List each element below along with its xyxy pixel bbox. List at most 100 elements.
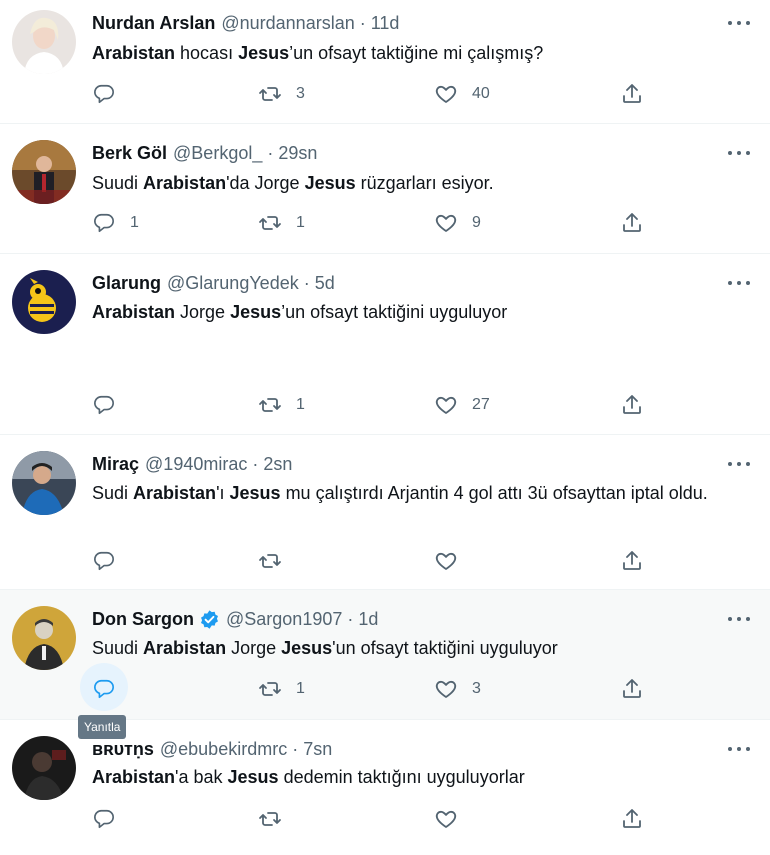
separator: ·: [359, 13, 366, 33]
retweet-icon: [258, 677, 282, 701]
like-button[interactable]: 3: [434, 671, 481, 707]
heart-icon: [434, 549, 458, 573]
reply-button[interactable]: [92, 387, 130, 423]
retweet-icon: [258, 549, 282, 573]
more-icon[interactable]: [728, 610, 750, 628]
tweet-text: Suudi Arabistan'da Jorge Jesus rüzgarlar…: [92, 173, 494, 193]
retweet-icon: [258, 393, 282, 417]
author-name[interactable]: Miraç: [92, 452, 139, 476]
tweet-time[interactable]: 11d: [371, 11, 400, 35]
author-handle[interactable]: @GlarungYedek: [167, 271, 299, 295]
like-button[interactable]: [434, 801, 472, 837]
reply-button[interactable]: 1: [92, 205, 139, 241]
tweet[interactable]: Miraç @1940mirac · 2sn Sudi Arabistan'ı …: [0, 435, 770, 590]
tweet-actions: [82, 801, 662, 837]
retweet-icon: [258, 82, 282, 106]
avatar[interactable]: [12, 140, 76, 204]
avatar[interactable]: [12, 270, 76, 334]
share-button[interactable]: [620, 671, 644, 707]
share-icon: [620, 549, 644, 573]
like-button[interactable]: 40: [434, 76, 490, 112]
author-handle[interactable]: @Sargon1907: [226, 607, 342, 631]
retweet-button[interactable]: 1: [258, 387, 305, 423]
more-icon[interactable]: [728, 455, 750, 473]
retweet-count: 1: [296, 214, 305, 231]
reply-icon: [92, 549, 116, 573]
tweet-time[interactable]: 2sn: [263, 452, 292, 476]
tweet[interactable]: Glarung @GlarungYedek · 5d Arabistan Jor…: [0, 254, 770, 435]
author-name[interactable]: Berk Göl: [92, 141, 167, 165]
reply-button[interactable]: [92, 801, 130, 837]
like-count: 27: [472, 396, 490, 413]
more-icon[interactable]: [728, 274, 750, 292]
tweet-text: Arabistan hocası Jesus’un ofsayt taktiği…: [92, 43, 544, 63]
author-handle[interactable]: @nurdannarslan: [221, 11, 354, 35]
tweet-time[interactable]: 1d: [358, 607, 378, 631]
heart-icon: [434, 393, 458, 417]
author-name[interactable]: Don Sargon: [92, 607, 194, 631]
like-button[interactable]: [434, 543, 472, 579]
author-handle[interactable]: @Berkgol_: [173, 141, 262, 165]
separator: ·: [292, 739, 299, 759]
separator: ·: [303, 273, 310, 293]
retweet-button[interactable]: 3: [258, 76, 305, 112]
reply-count: 1: [130, 214, 139, 231]
like-count: 3: [472, 680, 481, 697]
tweet[interactable]: ʙʀᴜᴛṇѕ @ebubekirdmrc · 7sn Arabistan'a b…: [0, 720, 770, 855]
tweet-text: Arabistan Jorge Jesus’un ofsayt taktiğin…: [92, 302, 508, 322]
avatar[interactable]: [12, 606, 76, 670]
retweet-icon: [258, 807, 282, 831]
heart-icon: [434, 807, 458, 831]
like-button[interactable]: 27: [434, 387, 490, 423]
more-icon[interactable]: [728, 144, 750, 162]
tweet[interactable]: Berk Göl @Berkgol_ · 29sn Suudi Arabista…: [0, 124, 770, 254]
share-icon: [620, 211, 644, 235]
author-handle[interactable]: @1940mirac: [145, 452, 247, 476]
share-icon: [620, 677, 644, 701]
more-icon[interactable]: [728, 740, 750, 758]
avatar[interactable]: [12, 10, 76, 74]
tweet-actions: [82, 543, 662, 579]
share-icon: [620, 393, 644, 417]
verified-badge-icon: [199, 609, 220, 630]
author-handle[interactable]: @ebubekirdmrc: [160, 737, 287, 761]
author-name[interactable]: ʙʀᴜᴛṇѕ: [92, 737, 154, 761]
author-name[interactable]: Glarung: [92, 271, 161, 295]
share-button[interactable]: [620, 205, 644, 241]
share-button[interactable]: [620, 76, 644, 112]
retweet-button[interactable]: 1: [258, 205, 305, 241]
share-button[interactable]: [620, 801, 644, 837]
tweet[interactable]: Don Sargon @Sargon1907 · 1d Suudi Arabis…: [0, 590, 770, 720]
tweet-actions: 1 27: [82, 387, 662, 423]
more-icon[interactable]: [728, 14, 750, 32]
share-icon: [620, 82, 644, 106]
share-icon: [620, 807, 644, 831]
reply-icon: [92, 211, 116, 235]
share-button[interactable]: [620, 387, 644, 423]
tweet-actions: 1 1 9: [82, 205, 662, 241]
reply-button[interactable]: [92, 543, 130, 579]
avatar[interactable]: [12, 736, 76, 800]
retweet-button[interactable]: 1: [258, 671, 305, 707]
retweet-button[interactable]: [258, 543, 296, 579]
tweet-actions: 3 40: [82, 76, 662, 112]
author-name[interactable]: Nurdan Arslan: [92, 11, 215, 35]
retweet-count: 3: [296, 85, 305, 102]
avatar[interactable]: [12, 451, 76, 515]
reply-tooltip: Yanıtla: [78, 715, 127, 739]
tweet-time[interactable]: 7sn: [303, 737, 332, 761]
tweet-text: Arabistan'a bak Jesus dedemin taktığını …: [92, 767, 525, 787]
reply-button[interactable]: [80, 663, 130, 711]
like-button[interactable]: 9: [434, 205, 481, 241]
retweet-button[interactable]: [258, 801, 296, 837]
heart-icon: [434, 82, 458, 106]
tweet-time[interactable]: 29sn: [278, 141, 317, 165]
reply-icon: [92, 393, 116, 417]
tweet[interactable]: Nurdan Arslan @nurdannarslan · 11d Arabi…: [0, 0, 770, 124]
share-button[interactable]: [620, 543, 644, 579]
tweet-time[interactable]: 5d: [315, 271, 335, 295]
retweet-icon: [258, 211, 282, 235]
separator: ·: [252, 454, 259, 474]
tweet-text: Suudi Arabistan Jorge Jesus'un ofsayt ta…: [92, 638, 558, 658]
reply-button[interactable]: [92, 76, 130, 112]
